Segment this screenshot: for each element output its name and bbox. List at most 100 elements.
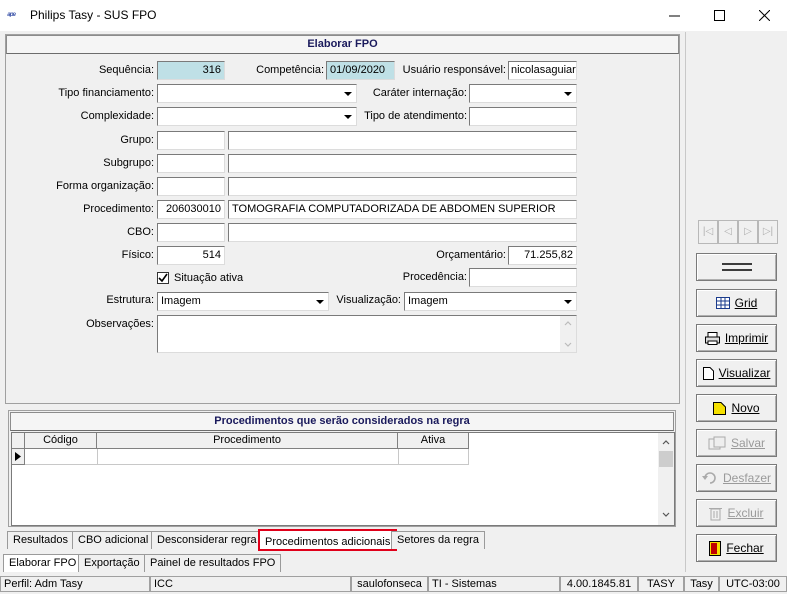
row-pointer-icon <box>15 452 21 461</box>
complexidade-label: Complexidade: <box>80 110 154 122</box>
orcamentario-field[interactable]: 71.255,82 <box>508 246 577 265</box>
grid-button[interactable]: Grid <box>696 289 777 317</box>
tipo-financiamento-label: Tipo financiamento: <box>58 87 154 99</box>
status-perfil: Perfil: Adm Tasy <box>0 576 150 592</box>
chevron-down-icon[interactable] <box>340 86 355 101</box>
nav-next-button[interactable]: ▷ <box>738 220 758 244</box>
cbo-desc-field[interactable] <box>228 223 577 242</box>
procedimento-code-field[interactable]: 206030010 <box>157 200 225 219</box>
tab-elaborar-fpo[interactable]: Elaborar FPO <box>3 554 83 572</box>
tab-exportacao[interactable]: Exportação <box>78 554 146 572</box>
situacao-ativa-label: Situação ativa <box>174 272 244 284</box>
visualizacao-label: Visualização: <box>336 294 401 306</box>
close-window-button[interactable] <box>742 0 787 31</box>
tab-procedimentos-adicionais[interactable]: Procedimentos adicionais <box>258 529 398 551</box>
status-setor: TI - Sistemas <box>428 576 560 592</box>
subgrupo-code-field[interactable] <box>157 154 225 173</box>
cell-divider <box>398 449 399 465</box>
tab-cbo-adicional[interactable]: CBO adicional <box>72 531 155 549</box>
competencia-field[interactable]: 01/09/2020 <box>326 61 395 80</box>
undo-icon <box>701 472 716 484</box>
situacao-ativa-checkbox[interactable] <box>157 272 169 284</box>
menu-button[interactable] <box>696 253 777 281</box>
document-icon <box>702 366 714 380</box>
visualizar-button[interactable]: Visualizar <box>696 359 777 387</box>
estrutura-label: Estrutura: <box>106 294 154 306</box>
forma-organizacao-code-field[interactable] <box>157 177 225 196</box>
table-row[interactable] <box>25 449 469 465</box>
forma-organizacao-desc-field[interactable] <box>228 177 577 196</box>
desfazer-button-label: Desfazer <box>722 471 772 485</box>
fisico-field[interactable]: 514 <box>157 246 225 265</box>
grupo-desc-field[interactable] <box>228 131 577 150</box>
procedencia-field[interactable] <box>469 268 577 287</box>
checkmark-icon <box>158 273 168 283</box>
sequencia-field[interactable]: 316 <box>157 61 225 80</box>
desfazer-button[interactable]: Desfazer <box>696 464 777 492</box>
chevron-down-icon[interactable] <box>560 86 575 101</box>
cell-divider <box>97 449 98 465</box>
tasy-logo-icon: ᵃᵖᵉ <box>7 10 16 20</box>
maximize-button[interactable] <box>697 0 742 31</box>
subgrupo-label: Subgrupo: <box>103 157 154 169</box>
next-record-icon: ▷ <box>744 226 752 237</box>
status-timezone: UTC-03:00 <box>719 576 787 592</box>
usuario-field[interactable]: nicolasaguiar <box>508 61 577 80</box>
procedencia-label: Procedência: <box>402 271 467 283</box>
carater-select[interactable] <box>469 84 577 103</box>
procedimentos-grid[interactable]: Código Procedimento Ativa <box>11 432 675 526</box>
title-bar: ᵃᵖᵉ Philips Tasy - SUS FPO <box>0 0 787 31</box>
subgrupo-desc-field[interactable] <box>228 154 577 173</box>
close-icon <box>759 10 770 21</box>
grid-button-label: Grid <box>734 296 758 310</box>
tab-setores-da-regra[interactable]: Setores da regra <box>391 531 485 549</box>
nav-prev-button[interactable]: ◁ <box>718 220 738 244</box>
observacoes-scrollbar[interactable] <box>560 316 576 352</box>
sequencia-label: Sequência: <box>98 64 154 76</box>
visualizacao-select[interactable]: Imagem <box>404 292 577 311</box>
fechar-button[interactable]: Fechar <box>696 534 777 562</box>
chevron-down-icon[interactable] <box>312 294 327 309</box>
grid-header: Procedimentos que serão considerados na … <box>10 412 674 431</box>
nav-first-button[interactable]: |◁ <box>698 220 718 244</box>
nav-last-button[interactable]: ▷| <box>758 220 778 244</box>
tab-desconsiderar-regra[interactable]: Desconsiderar regra <box>151 531 263 549</box>
grupo-code-field[interactable] <box>157 131 225 150</box>
col-ativa[interactable]: Ativa <box>398 433 469 449</box>
salvar-button-label: Salvar <box>730 436 765 450</box>
status-tasy-db: TASY <box>638 576 684 592</box>
salvar-button[interactable]: Salvar <box>696 429 777 457</box>
novo-button[interactable]: Novo <box>696 394 777 422</box>
save-icon <box>708 436 726 450</box>
printer-icon <box>704 331 720 345</box>
minimize-button[interactable] <box>652 0 697 31</box>
form-header: Elaborar FPO <box>6 35 679 54</box>
tipo-atendimento-field[interactable] <box>469 107 577 126</box>
col-codigo[interactable]: Código <box>25 433 97 449</box>
cbo-code-field[interactable] <box>157 223 225 242</box>
grid-scrollbar[interactable] <box>658 433 674 525</box>
excluir-button[interactable]: Excluir <box>696 499 777 527</box>
estrutura-select[interactable]: Imagem <box>157 292 329 311</box>
competencia-label: Competência: <box>256 64 324 76</box>
tab-resultados[interactable]: Resultados <box>7 531 75 549</box>
procedimento-desc-field[interactable]: TOMOGRAFIA COMPUTADORIZADA DE ABDOMEN SU… <box>228 200 577 219</box>
observacoes-textarea[interactable] <box>157 315 577 353</box>
observacoes-label: Observações: <box>86 318 154 330</box>
last-record-icon: ▷| <box>762 226 774 237</box>
tab-painel-resultados[interactable]: Painel de resultados FPO <box>144 554 282 572</box>
chevron-down-icon[interactable] <box>560 294 575 309</box>
row-indicator[interactable] <box>12 449 25 465</box>
first-record-icon: |◁ <box>702 226 714 237</box>
imprimir-button[interactable]: Imprimir <box>696 324 777 352</box>
col-procedimento[interactable]: Procedimento <box>97 433 398 449</box>
excluir-button-label: Excluir <box>727 506 764 520</box>
procedimentos-grid-panel: Procedimentos que serão considerados na … <box>8 410 676 527</box>
tipo-atendimento-label: Tipo de atendimento: <box>364 110 467 122</box>
grupo-label: Grupo: <box>120 134 154 146</box>
hamburger-icon <box>721 263 752 271</box>
forma-organizacao-label: Forma organização: <box>56 180 154 192</box>
tipo-financiamento-select[interactable] <box>157 84 357 103</box>
complexidade-select[interactable] <box>157 107 357 126</box>
status-tasy-user: Tasy <box>684 576 719 592</box>
